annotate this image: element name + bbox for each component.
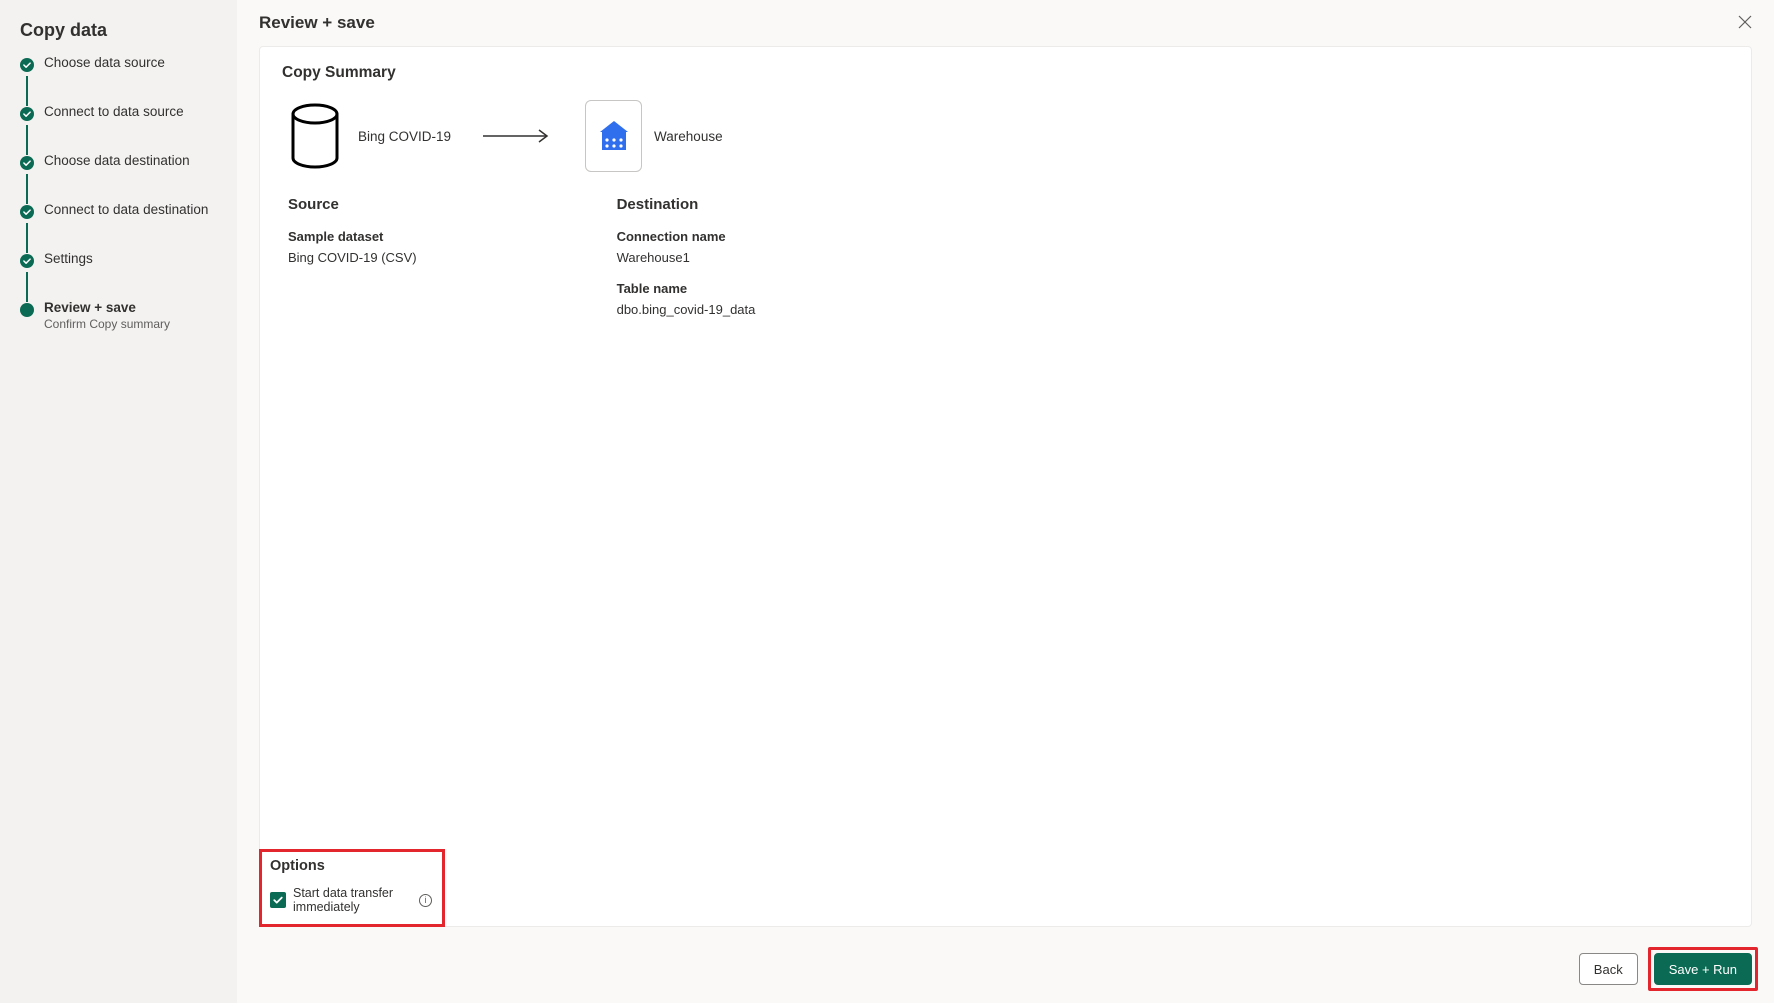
main-panel: Review + save Copy Summary Bing COV — [237, 0, 1774, 1003]
wizard-step-label: Review + save — [44, 300, 170, 315]
wizard-step-label: Settings — [44, 251, 93, 266]
check-icon — [20, 58, 34, 72]
save-run-highlight: Save + Run — [1648, 947, 1758, 991]
page-title: Review + save — [259, 13, 375, 33]
check-icon — [20, 205, 34, 219]
panel-title: Copy Summary — [282, 64, 1729, 82]
warehouse-icon — [585, 100, 642, 172]
diagram-source-label: Bing COVID-19 — [358, 129, 451, 144]
start-transfer-checkbox[interactable] — [270, 892, 286, 908]
wizard-step-connector — [26, 174, 28, 204]
info-icon[interactable]: i — [419, 894, 432, 907]
check-icon — [20, 107, 34, 121]
start-transfer-label: Start data transfer immediately — [293, 886, 411, 914]
step-current-icon — [20, 303, 34, 317]
wizard-step-label: Connect to data destination — [44, 202, 208, 217]
check-icon — [20, 254, 34, 268]
wizard-step-connector — [26, 76, 28, 106]
source-dataset-value: Bing COVID-19 (CSV) — [288, 250, 417, 265]
wizard-step-choose-dest[interactable]: Choose data destination — [20, 153, 223, 176]
wizard-step-label: Choose data source — [44, 55, 165, 70]
database-icon — [288, 102, 342, 170]
diagram-destination: Warehouse — [585, 100, 723, 172]
table-name-label: Table name — [617, 281, 756, 296]
destination-heading: Destination — [617, 196, 756, 213]
wizard-step-connector — [26, 272, 28, 302]
close-icon — [1738, 15, 1752, 32]
wizard-title: Copy data — [20, 20, 223, 41]
back-button[interactable]: Back — [1579, 953, 1638, 985]
summary-columns: Source Sample dataset Bing COVID-19 (CSV… — [288, 196, 1729, 333]
copy-summary-panel: Copy Summary Bing COVID-19 — [259, 46, 1752, 927]
options-section: Options Start data transfer immediately … — [259, 849, 445, 927]
table-name-value: dbo.bing_covid-19_data — [617, 302, 756, 317]
arrow-right-icon — [481, 129, 555, 143]
connection-name-value: Warehouse1 — [617, 250, 756, 265]
diagram-source: Bing COVID-19 — [288, 102, 451, 170]
save-run-button[interactable]: Save + Run — [1654, 953, 1752, 985]
wizard-step-connect-source[interactable]: Connect to data source — [20, 104, 223, 127]
destination-column: Destination Connection name Warehouse1 T… — [617, 196, 756, 333]
wizard-step-review-save[interactable]: Review + save Confirm Copy summary — [20, 300, 223, 339]
wizard-step-label: Connect to data source — [44, 104, 184, 119]
wizard-step-choose-source[interactable]: Choose data source — [20, 55, 223, 78]
connection-name-label: Connection name — [617, 229, 756, 244]
wizard-steps: Choose data source Connect to data sourc… — [20, 55, 223, 339]
wizard-step-connector — [26, 125, 28, 155]
source-column: Source Sample dataset Bing COVID-19 (CSV… — [288, 196, 417, 333]
wizard-step-label: Choose data destination — [44, 153, 190, 168]
wizard-step-connect-dest[interactable]: Connect to data destination — [20, 202, 223, 225]
wizard-step-sublabel: Confirm Copy summary — [44, 317, 170, 331]
close-button[interactable] — [1732, 10, 1758, 36]
source-dataset-label: Sample dataset — [288, 229, 417, 244]
wizard-sidebar: Copy data Choose data source Connect to … — [0, 0, 237, 1003]
check-icon — [20, 156, 34, 170]
check-icon — [272, 894, 284, 906]
wizard-step-connector — [26, 223, 28, 253]
summary-diagram: Bing COVID-19 — [288, 100, 1729, 172]
wizard-step-settings[interactable]: Settings — [20, 251, 223, 274]
diagram-destination-label: Warehouse — [654, 129, 723, 144]
source-heading: Source — [288, 196, 417, 213]
options-heading: Options — [270, 858, 432, 874]
wizard-footer: Back Save + Run — [237, 927, 1774, 1003]
